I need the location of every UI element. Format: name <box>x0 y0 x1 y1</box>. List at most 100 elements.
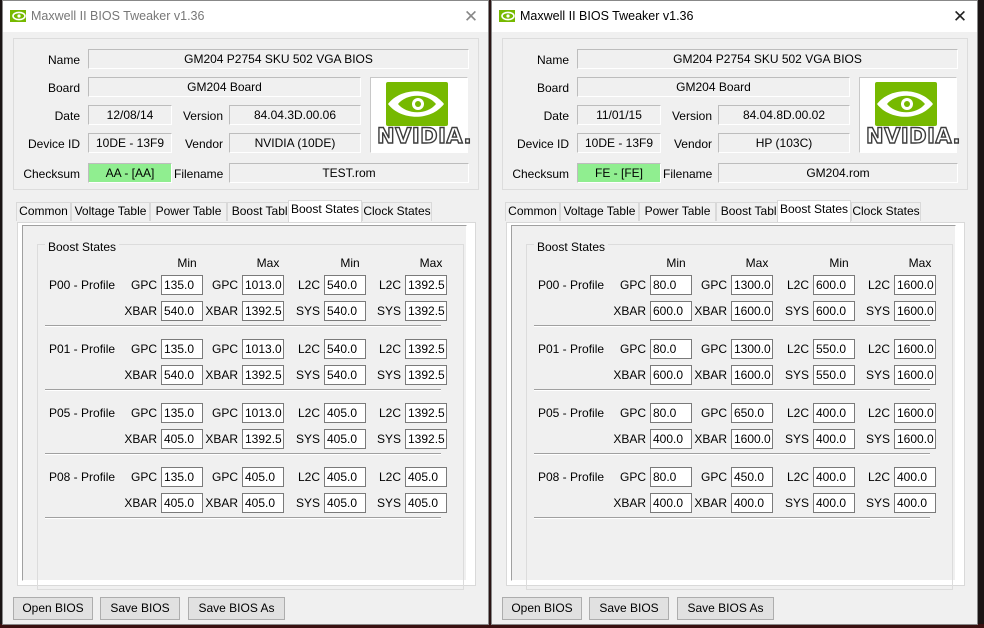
clock-value-input[interactable]: 400.0 <box>813 493 855 513</box>
clock-value-input[interactable]: 405.0 <box>405 493 447 513</box>
clock-domain-label: L2C <box>297 406 320 420</box>
device-id-field: 10DE - 13F9 <box>88 133 172 153</box>
clock-value-input[interactable]: 405.0 <box>242 467 284 487</box>
open-bios-button[interactable]: Open BIOS <box>502 597 582 620</box>
clock-value-input[interactable]: 405.0 <box>324 429 366 449</box>
clock-value-input[interactable]: 540.0 <box>161 301 203 321</box>
clock-value-input[interactable]: 80.0 <box>650 467 692 487</box>
clock-domain-label: GPC <box>211 406 238 420</box>
clock-value-input[interactable]: 1600.0 <box>894 339 936 359</box>
clock-value-input[interactable]: 1300.0 <box>731 339 773 359</box>
date-label: Date <box>543 109 569 123</box>
clock-domain-label: SYS <box>376 496 401 510</box>
clock-value-input[interactable]: 1600.0 <box>894 301 936 321</box>
clock-domain-label: L2C <box>786 342 809 356</box>
clock-value-input[interactable]: 1392.5 <box>405 301 447 321</box>
clock-value-input[interactable]: 135.0 <box>161 339 203 359</box>
clock-value-input[interactable]: 400.0 <box>813 403 855 423</box>
clock-value-input[interactable]: 600.0 <box>813 301 855 321</box>
tab-voltage-table[interactable]: Voltage Table <box>71 202 150 221</box>
clock-value-input[interactable]: 400.0 <box>813 429 855 449</box>
clock-value-input[interactable]: 540.0 <box>324 365 366 385</box>
profile-label: P01 - Profile <box>538 342 605 356</box>
clock-value-input[interactable]: 540.0 <box>324 301 366 321</box>
clock-value-input[interactable]: 80.0 <box>650 339 692 359</box>
clock-value-input[interactable]: 135.0 <box>161 275 203 295</box>
clock-value-input[interactable]: 550.0 <box>813 365 855 385</box>
clock-value-input[interactable]: 1300.0 <box>731 275 773 295</box>
clock-value-input[interactable]: 540.0 <box>324 275 366 295</box>
clock-value-input[interactable]: 1392.5 <box>405 429 447 449</box>
clock-value-input[interactable]: 400.0 <box>894 493 936 513</box>
save-bios-as-button[interactable]: Save BIOS As <box>188 597 285 620</box>
clock-value-input[interactable]: 650.0 <box>731 403 773 423</box>
clock-value-input[interactable]: 1013.0 <box>242 403 284 423</box>
clock-domain-label: GPC <box>130 406 157 420</box>
clock-value-input[interactable]: 405.0 <box>405 467 447 487</box>
tab-power-table[interactable]: Power Table <box>150 202 227 221</box>
clock-value-input[interactable]: 400.0 <box>813 467 855 487</box>
clock-value-input[interactable]: 1013.0 <box>242 339 284 359</box>
clock-value-input[interactable]: 1600.0 <box>731 365 773 385</box>
clock-value-input[interactable]: 1392.5 <box>405 339 447 359</box>
close-button[interactable]: ✕ <box>454 1 488 32</box>
clock-value-input[interactable]: 450.0 <box>731 467 773 487</box>
tab-boost-states[interactable]: Boost States <box>288 200 362 222</box>
tab-clock-states[interactable]: Clock States <box>362 202 432 221</box>
clock-value-input[interactable]: 1392.5 <box>242 365 284 385</box>
clock-value-input[interactable]: 1600.0 <box>894 275 936 295</box>
clock-domain-label: XBAR <box>694 432 727 446</box>
clock-value-input[interactable]: 1600.0 <box>894 365 936 385</box>
clock-value-input[interactable]: 135.0 <box>161 403 203 423</box>
clock-value-input[interactable]: 80.0 <box>650 403 692 423</box>
vendor-label: Vendor <box>673 137 712 151</box>
clock-value-input[interactable]: 540.0 <box>161 365 203 385</box>
clock-value-input[interactable]: 600.0 <box>650 365 692 385</box>
clock-value-input[interactable]: 1392.5 <box>242 429 284 449</box>
clock-value-input[interactable]: 1392.5 <box>405 365 447 385</box>
filename-label: Filename <box>663 167 713 181</box>
nvidia-logo: NVIDIA. <box>370 77 472 153</box>
clock-value-input[interactable]: 1392.5 <box>242 301 284 321</box>
clock-value-input[interactable]: 405.0 <box>161 493 203 513</box>
clock-value-input[interactable]: 1600.0 <box>894 429 936 449</box>
clock-value-input[interactable]: 405.0 <box>324 403 366 423</box>
clock-value-input[interactable]: 400.0 <box>731 493 773 513</box>
title-bar[interactable]: Maxwell II BIOS Tweaker v1.36 ✕ <box>492 1 977 32</box>
clock-value-input[interactable]: 80.0 <box>650 275 692 295</box>
title-bar[interactable]: Maxwell II BIOS Tweaker v1.36 ✕ <box>3 1 488 32</box>
save-bios-button[interactable]: Save BIOS <box>589 597 669 620</box>
close-button[interactable]: ✕ <box>943 1 977 32</box>
clock-value-input[interactable]: 405.0 <box>242 493 284 513</box>
save-bios-as-button[interactable]: Save BIOS As <box>677 597 774 620</box>
clock-value-input[interactable]: 600.0 <box>650 301 692 321</box>
clock-value-input[interactable]: 1600.0 <box>731 429 773 449</box>
clock-value-input[interactable]: 550.0 <box>813 339 855 359</box>
clock-value-input[interactable]: 405.0 <box>324 493 366 513</box>
clock-value-input[interactable]: 400.0 <box>894 467 936 487</box>
clock-value-input[interactable]: 135.0 <box>161 467 203 487</box>
tab-voltage-table[interactable]: Voltage Table <box>560 202 639 221</box>
clock-value-input[interactable]: 405.0 <box>161 429 203 449</box>
window-title: Maxwell II BIOS Tweaker v1.36 <box>520 9 694 23</box>
tab-common[interactable]: Common <box>505 202 560 221</box>
clock-value-input[interactable]: 1013.0 <box>242 275 284 295</box>
clock-value-input[interactable]: 1600.0 <box>894 403 936 423</box>
clock-domain-label: XBAR <box>205 304 238 318</box>
clock-domain-label: L2C <box>786 470 809 484</box>
tab-boost-states[interactable]: Boost States <box>777 200 851 222</box>
clock-value-input[interactable]: 400.0 <box>650 429 692 449</box>
clock-value-input[interactable]: 1600.0 <box>731 301 773 321</box>
clock-domain-label: L2C <box>297 342 320 356</box>
tab-power-table[interactable]: Power Table <box>639 202 716 221</box>
tab-clock-states[interactable]: Clock States <box>851 202 921 221</box>
clock-value-input[interactable]: 540.0 <box>324 339 366 359</box>
clock-value-input[interactable]: 405.0 <box>324 467 366 487</box>
clock-value-input[interactable]: 600.0 <box>813 275 855 295</box>
save-bios-button[interactable]: Save BIOS <box>100 597 180 620</box>
tab-common[interactable]: Common <box>16 202 71 221</box>
clock-value-input[interactable]: 1392.5 <box>405 403 447 423</box>
clock-value-input[interactable]: 1392.5 <box>405 275 447 295</box>
open-bios-button[interactable]: Open BIOS <box>13 597 93 620</box>
clock-value-input[interactable]: 400.0 <box>650 493 692 513</box>
